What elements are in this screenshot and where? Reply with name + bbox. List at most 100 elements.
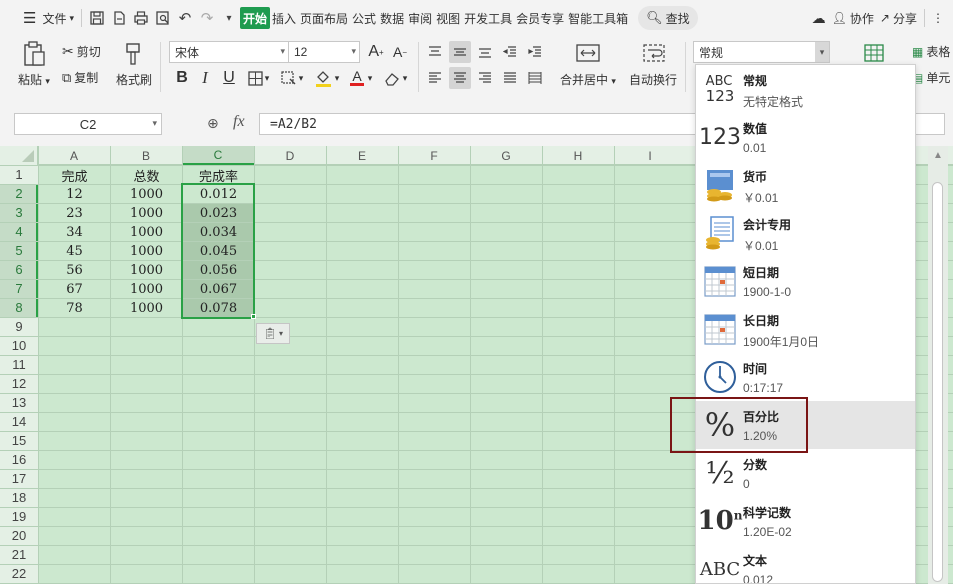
format-option-clock[interactable]: 时间 0:17:17 — [696, 353, 915, 401]
table-style-icon[interactable] — [862, 42, 886, 64]
undo-icon[interactable]: ↶ — [174, 7, 196, 29]
column-header-b[interactable]: B — [110, 146, 182, 165]
paste-icon[interactable] — [20, 40, 48, 68]
column-header-i[interactable]: I — [614, 146, 686, 165]
header-cell[interactable]: 完成 — [39, 166, 110, 185]
data-cell[interactable]: 0.023 — [183, 204, 254, 222]
align-center-icon[interactable] — [449, 67, 471, 89]
merge-center-button[interactable]: 合并居中 ▾ — [560, 71, 616, 88]
cloud-sync-icon[interactable]: ☁ — [809, 6, 829, 30]
data-cell[interactable]: 1000 — [111, 223, 182, 241]
row-header-11[interactable]: 11 — [0, 355, 38, 374]
row-header-7[interactable]: 7 — [0, 279, 38, 298]
copy-button[interactable]: ⧉ 复制 — [62, 69, 98, 86]
save-icon[interactable] — [86, 7, 108, 29]
tab-home[interactable]: 开始 — [240, 7, 271, 29]
row-header-9[interactable]: 9 — [0, 317, 38, 336]
row-header-17[interactable]: 17 — [0, 469, 38, 488]
format-option-number-format[interactable]: 123 数值 0.01 — [696, 113, 915, 161]
data-cell[interactable]: 23 — [39, 204, 110, 222]
print-icon[interactable] — [130, 7, 152, 29]
zoom-formula-icon[interactable]: ⊕ — [207, 115, 219, 132]
menu-icon[interactable]: ☰ — [20, 6, 39, 30]
decrease-font-icon[interactable]: A − — [389, 41, 411, 63]
collab-button[interactable]: 👤︎ 协作 — [829, 6, 877, 30]
format-option-short-date-calendar[interactable]: 短日期 1900-1-0 — [696, 257, 915, 305]
scrollbar-thumb[interactable] — [932, 182, 943, 582]
column-header-g[interactable]: G — [470, 146, 542, 165]
row-header-18[interactable]: 18 — [0, 488, 38, 507]
data-cell[interactable]: 12 — [39, 185, 110, 203]
row-header-22[interactable]: 22 — [0, 564, 38, 583]
column-header-c[interactable]: C — [182, 146, 254, 165]
increase-indent-icon[interactable] — [524, 41, 546, 63]
justify-icon[interactable] — [499, 67, 521, 89]
row-header-6[interactable]: 6 — [0, 260, 38, 279]
quick-access-dropdown-icon[interactable]: ▾ — [218, 7, 240, 29]
row-header-10[interactable]: 10 — [0, 336, 38, 355]
row-header-16[interactable]: 16 — [0, 450, 38, 469]
scroll-up-icon[interactable]: ▲ — [933, 150, 943, 161]
wrap-text-icon[interactable] — [640, 41, 668, 65]
format-option-percent[interactable]: % 百分比 1.20% — [696, 401, 915, 449]
data-cell[interactable]: 45 — [39, 242, 110, 260]
italic-icon[interactable]: I — [194, 67, 216, 89]
row-header-3[interactable]: 3 — [0, 203, 38, 222]
row-header-19[interactable]: 19 — [0, 507, 38, 526]
data-cell[interactable]: 1000 — [111, 261, 182, 279]
data-cell[interactable]: 0.067 — [183, 280, 254, 298]
data-cell[interactable]: 0.012 — [183, 185, 254, 203]
column-header-h[interactable]: H — [542, 146, 614, 165]
data-cell[interactable]: 67 — [39, 280, 110, 298]
chevron-down-icon[interactable]: ▾ — [400, 67, 410, 89]
row-header-8[interactable]: 8 — [0, 298, 38, 317]
align-middle-icon[interactable] — [449, 41, 471, 63]
tab-developer[interactable]: 开发工具 — [462, 6, 514, 30]
row-header-1[interactable]: 1 — [0, 165, 38, 184]
header-cell[interactable]: 完成率 — [183, 166, 254, 185]
underline-icon[interactable]: U — [218, 67, 240, 89]
share-button[interactable]: ↗ 分享 — [877, 6, 920, 30]
format-option-text-format[interactable]: ABC 文本 0.012 — [696, 545, 915, 583]
chevron-down-icon[interactable]: ▾ — [365, 67, 375, 89]
bold-icon[interactable]: B — [171, 67, 193, 89]
row-header-15[interactable]: 15 — [0, 431, 38, 450]
data-cell[interactable]: 1000 — [111, 185, 182, 203]
format-option-fraction[interactable]: ½ 分数 0 — [696, 449, 915, 497]
decrease-indent-icon[interactable] — [499, 41, 521, 63]
vertical-scrollbar[interactable]: ▲ — [928, 146, 948, 584]
paste-button[interactable]: 粘贴 ▾ — [18, 71, 50, 88]
increase-font-icon[interactable]: A + — [365, 41, 387, 63]
name-box[interactable]: C2 ▾ — [14, 113, 162, 135]
align-top-icon[interactable] — [424, 41, 446, 63]
format-option-long-date-calendar[interactable]: 长日期 1900年1月0日 — [696, 305, 915, 353]
row-header-2[interactable]: 2 — [0, 184, 38, 203]
format-option-general-format[interactable]: ABC 123 常规 无特定格式 — [696, 65, 915, 113]
format-painter-label[interactable]: 格式刷 — [116, 71, 152, 88]
row-header-14[interactable]: 14 — [0, 412, 38, 431]
tab-member[interactable]: 会员专享 — [514, 6, 566, 30]
font-name-select[interactable]: 宋体 ▾ — [169, 41, 289, 63]
distributed-align-icon[interactable] — [524, 67, 546, 89]
tab-view[interactable]: 视图 — [434, 6, 462, 30]
data-cell[interactable]: 1000 — [111, 204, 182, 222]
data-cell[interactable]: 1000 — [111, 242, 182, 260]
redo-icon[interactable]: ↷ — [196, 7, 218, 29]
chevron-down-icon[interactable]: ▾ — [262, 67, 272, 89]
data-cell[interactable]: 0.078 — [183, 299, 254, 317]
fill-color-icon[interactable] — [312, 67, 334, 89]
row-header-4[interactable]: 4 — [0, 222, 38, 241]
table-style-button[interactable]: ▦ 表格 — [912, 43, 950, 60]
column-header-e[interactable]: E — [326, 146, 398, 165]
column-header-f[interactable]: F — [398, 146, 470, 165]
data-cell[interactable]: 56 — [39, 261, 110, 279]
align-right-icon[interactable] — [474, 67, 496, 89]
tab-review[interactable]: 审阅 — [406, 6, 434, 30]
tab-formulas[interactable]: 公式 — [350, 6, 378, 30]
format-option-accounting[interactable]: 会计专用 ￥0.01 — [696, 209, 915, 257]
insert-function-icon[interactable]: fx — [233, 113, 245, 131]
font-size-select[interactable]: 12 ▾ — [288, 41, 360, 63]
data-cell[interactable]: 1000 — [111, 280, 182, 298]
export-pdf-icon[interactable] — [108, 7, 130, 29]
search-button[interactable]: 🔍︎ 查找 — [638, 6, 698, 30]
